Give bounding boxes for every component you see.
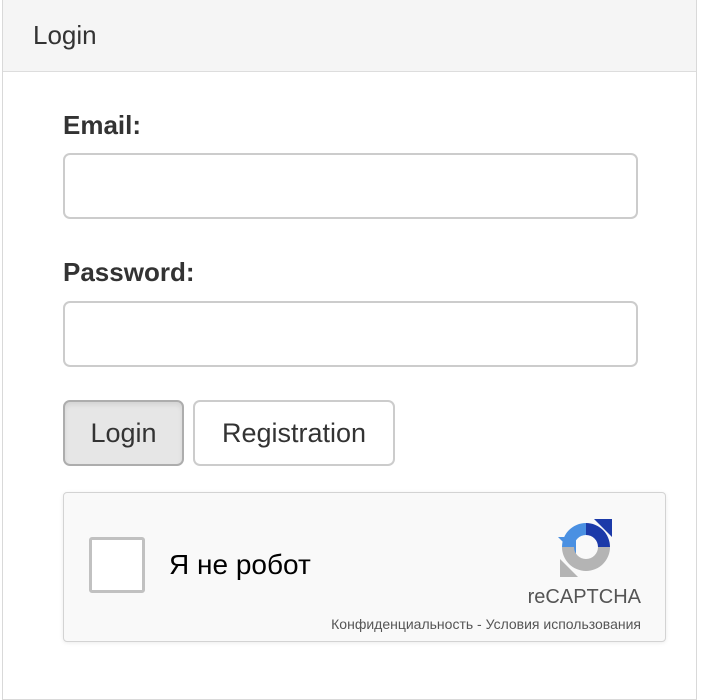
recaptcha-logo-icon — [554, 515, 618, 579]
password-field[interactable] — [63, 301, 638, 367]
recaptcha-brand: reCAPTCHA — [527, 586, 641, 608]
links-separator: - — [473, 616, 486, 632]
login-panel: Login Email: Password: Login Registratio… — [2, 0, 697, 700]
terms-link[interactable]: Условия использования — [486, 616, 641, 632]
privacy-link[interactable]: Конфиденциальность — [331, 616, 473, 632]
password-label: Password: — [63, 257, 195, 287]
recaptcha-label: Я не робот — [169, 549, 311, 580]
panel-heading: Login — [3, 0, 696, 72]
recaptcha-links: Конфиденциальность - Условия использован… — [331, 616, 641, 632]
panel-title: Login — [33, 20, 97, 50]
registration-button[interactable]: Registration — [193, 400, 395, 466]
login-button[interactable]: Login — [63, 400, 184, 466]
email-label: Email: — [63, 110, 142, 140]
recaptcha-checkbox[interactable] — [89, 537, 145, 593]
email-field[interactable] — [63, 153, 638, 219]
recaptcha-widget: Я не робот reCAPTCHA Конфиденциальность … — [63, 492, 666, 642]
